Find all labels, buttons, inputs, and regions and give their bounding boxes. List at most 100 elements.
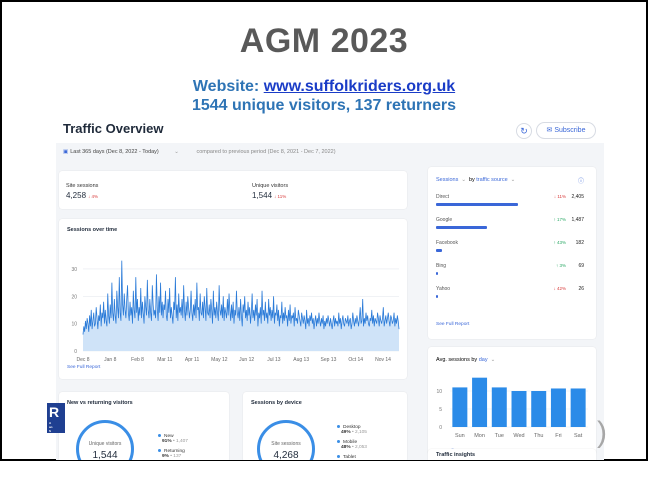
legend-returning-pct: 9% xyxy=(162,454,169,459)
kpi-label-visitors: Unique visitors xyxy=(252,183,289,189)
website-line: Website: www.suffolkriders.org.uk xyxy=(0,78,648,96)
traffic-source-card: Sessions ⌄ by traffic source ⌄ ⓘ Direct ↓ 11… xyxy=(428,167,596,339)
legend-new-pct: 91% xyxy=(162,439,172,444)
y-tick-label: 10 xyxy=(436,389,442,395)
chevron-down-icon: ⌄ xyxy=(461,177,466,183)
compare-text: compared to previous period (Dec 8, 2021… xyxy=(196,149,336,155)
y-tick-label: 0 xyxy=(439,425,442,431)
legend-mobile-pct: 48% xyxy=(341,445,351,450)
y-tick-label: 30 xyxy=(71,267,77,273)
website-link[interactable]: www.suffolkriders.org.uk xyxy=(264,78,455,95)
kpi-change-sessions: ↓ 4% xyxy=(88,194,99,199)
refresh-icon[interactable]: ↻ xyxy=(516,123,532,139)
traffic-insights-card: Traffic insights xyxy=(428,449,596,460)
x-tick-label: Aug 13 xyxy=(293,357,309,363)
legend-mobile-count: 2,053 xyxy=(354,445,367,450)
source-row-google: Google ↑ 17% 1,487 xyxy=(436,217,584,237)
sessions-by-device-title: Sessions by device xyxy=(251,400,302,406)
club-logo: R Aan S xyxy=(47,403,65,433)
subscribe-button[interactable]: ✉ Subscribe xyxy=(536,122,596,139)
traffic-source-by: by xyxy=(468,177,475,183)
kpi-change-visitors: ↓ 11% xyxy=(274,194,287,199)
legend-mobile: Mobile 48% • 2,053 xyxy=(337,440,367,450)
source-change: ↓ 42% xyxy=(553,286,566,291)
source-value: 2,405 xyxy=(571,194,584,200)
chevron-down-icon: ⌄ xyxy=(490,357,496,363)
dashboard-header: Traffic Overview ↻ ✉ Subscribe xyxy=(56,117,604,143)
metric-dropdown[interactable]: Sessions xyxy=(436,177,458,183)
mail-icon: ✉ xyxy=(546,127,553,134)
day-bar xyxy=(452,387,468,427)
x-tick-label: Apr 11 xyxy=(185,357,200,363)
sessions-by-device-card: Sessions by device Site sessions 4,268 D… xyxy=(243,392,407,460)
day-label: Tue xyxy=(495,433,504,439)
date-range: Last 365 days (Dec 8, 2022 - Today) xyxy=(70,149,159,155)
device-donut-value: 4,268 xyxy=(273,450,299,460)
x-tick-label: Oct 14 xyxy=(348,357,363,363)
x-tick-label: Jan 8 xyxy=(104,357,116,363)
legend-desktop: Desktop 49% • 2,105 xyxy=(337,425,367,435)
legend-returning-count: 137 xyxy=(173,454,182,459)
day-bar xyxy=(511,391,527,427)
source-row-bing: Bing ↑ 3% 69 xyxy=(436,263,584,283)
day-label: Fri xyxy=(555,433,561,439)
kpi-value-sessions: 4,258 ↓ 4% xyxy=(66,191,98,200)
x-tick-label: Jun 12 xyxy=(239,357,254,363)
kpi-number-visitors: 1,544 xyxy=(252,191,273,200)
legend-new-count: 1,407 xyxy=(175,439,188,444)
sources-full-report-link[interactable]: See Full Report xyxy=(436,322,469,327)
visitors-summary: 1544 unique visitors, 137 returners xyxy=(191,97,457,114)
source-value: 69 xyxy=(578,263,584,269)
kpi-number-sessions: 4,258 xyxy=(66,191,87,200)
x-tick-label: Feb 8 xyxy=(131,357,144,363)
source-change: ↓ 11% xyxy=(553,194,566,199)
dimension-dropdown[interactable]: traffic source xyxy=(476,177,507,183)
day-label: Thu xyxy=(534,433,543,439)
day-label: Mon xyxy=(474,433,485,439)
traffic-source-title[interactable]: Sessions ⌄ by traffic source ⌄ xyxy=(436,177,515,183)
legend-new: New 91% • 1,407 xyxy=(158,434,188,444)
source-name: Facebook xyxy=(436,240,458,246)
source-name: Yahoo xyxy=(436,286,451,292)
day-label: Sat xyxy=(574,433,583,439)
calendar-icon: ▣ xyxy=(63,149,69,155)
new-vs-returning-title: New vs returning visitors xyxy=(67,400,133,406)
x-tick-label: Dec 8 xyxy=(76,357,89,363)
legend-desktop-count: 2,105 xyxy=(354,430,367,435)
avg-by-day-chart: 0 5 10 Sun Mon Tue Wed Thu Fri Sat xyxy=(436,377,588,439)
x-tick-label: Jul 13 xyxy=(267,357,281,363)
day-bar xyxy=(491,387,507,427)
source-change: ↑ 17% xyxy=(553,217,566,222)
device-donut-label: Site sessions xyxy=(271,441,301,447)
sessions-full-report-link[interactable]: See Full Report xyxy=(67,365,100,370)
website-prefix: Website: xyxy=(192,78,264,95)
source-row-direct: Direct ↓ 11% 2,405 xyxy=(436,194,584,214)
day-bar xyxy=(531,391,547,427)
new-vs-returning-card: New vs returning visitors Unique visitor… xyxy=(59,392,229,460)
subscribe-label: Subscribe xyxy=(554,127,586,134)
day-label: Sun xyxy=(455,433,465,439)
x-tick-label: Mar 11 xyxy=(157,357,172,363)
y-tick-label: 5 xyxy=(439,407,442,413)
y-tick-label: 20 xyxy=(71,294,77,300)
legend-returning: Returning 9% • 137 xyxy=(158,449,185,459)
date-range-selector[interactable]: ▣ Last 365 days (Dec 8, 2022 - Today) ⌄ c… xyxy=(63,149,336,155)
device-donut: Site sessions 4,268 xyxy=(257,420,315,460)
source-name: Direct xyxy=(436,194,450,200)
day-bar xyxy=(472,377,488,427)
source-change: ↑ 3% xyxy=(555,263,566,268)
donut-label: Unique visitors xyxy=(88,441,122,447)
partial-logo-icon: ) xyxy=(597,416,607,449)
source-bar xyxy=(436,226,487,229)
avg-by-day-card: Avg. sessions by day ⌄ 0 5 10 Sun Mon Tue Wed Th… xyxy=(428,347,596,455)
info-icon[interactable]: ⓘ xyxy=(578,176,584,185)
day-dropdown[interactable]: day xyxy=(479,357,488,363)
visitors-donut: Unique visitors 1,544 xyxy=(76,420,134,460)
source-bar xyxy=(436,295,438,298)
kpi-card: Site sessions 4,258 ↓ 4% Unique visitors … xyxy=(59,171,407,209)
source-name: Bing xyxy=(436,263,447,269)
source-value: 26 xyxy=(578,286,584,292)
source-value: 182 xyxy=(575,240,584,246)
x-tick-label: Sep 13 xyxy=(321,357,337,363)
sessions-over-time-chart: 0 10 20 30 Dec 8 Jan 8 Feb 8 Mar 11 Apr 11 May 12… xyxy=(71,260,400,363)
